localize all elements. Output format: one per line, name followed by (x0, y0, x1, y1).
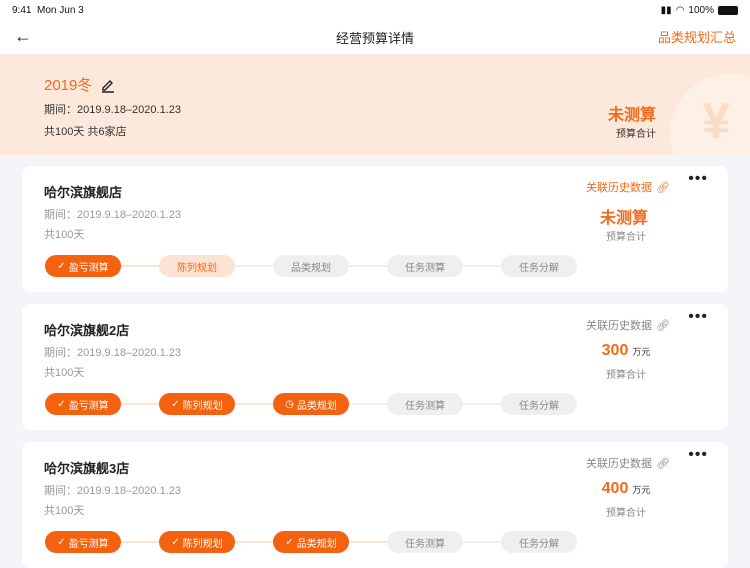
progress-steps: ✓ 盈亏测算 ✓ 陈列规划 ✓ 品类规划 任务测算 任务分解 (45, 531, 579, 553)
store-period: 期间：2019.9.18–2020.1.23 (44, 209, 181, 221)
step-label: 品类规划 (291, 262, 331, 274)
step-connector (463, 265, 503, 267)
store-card[interactable]: 哈尔滨旗舰店 期间：2019.9.18–2020.1.23 共100天 关联历史… (22, 166, 728, 292)
check-icon: ✓ (57, 260, 66, 272)
step-label: 陈列规划 (182, 400, 223, 412)
status-bar: 9:41 Mon Jun 3 ▮▮ ◠ 100% (0, 0, 750, 20)
store-budget-label: 预算合计 (606, 370, 646, 381)
budget-total-label: 预算合计 (616, 129, 656, 140)
store-budget: 400 万元 (601, 480, 651, 497)
step-0[interactable]: ✓ 盈亏测算 (45, 255, 121, 277)
signal-icon: ▮▮ (660, 5, 672, 16)
store-card[interactable]: 哈尔滨旗舰2店 期间：2019.9.18–2020.1.23 共100天 关联历… (22, 304, 728, 430)
budget-summary: ¥ 2019冬 期间：2019.9.18–2020.1.23 共100天 共6家… (0, 54, 750, 155)
nav-bar: ← 经营预算详情 品类规划汇总 (0, 20, 750, 54)
step-label: 陈列规划 (177, 262, 217, 274)
step-connector (349, 403, 389, 405)
step-2[interactable]: ✓ 品类规划 (273, 531, 349, 553)
step-4[interactable]: 任务分解 (501, 393, 577, 415)
store-period: 期间：2019.9.18–2020.1.23 (44, 485, 181, 497)
step-connector (235, 403, 275, 405)
step-connector (349, 265, 389, 267)
progress-steps: ✓ 盈亏测算 陈列规划 品类规划 任务测算 任务分解 (45, 255, 579, 277)
store-period: 期间：2019.9.18–2020.1.23 (44, 347, 181, 359)
store-days: 共100天 (44, 367, 85, 379)
step-connector (121, 403, 161, 405)
store-card[interactable]: 哈尔滨旗舰3店 期间：2019.9.18–2020.1.23 共100天 关联历… (22, 442, 728, 568)
step-4[interactable]: 任务分解 (501, 255, 577, 277)
store-name: 哈尔滨旗舰3店 (44, 461, 130, 476)
store-budget: 未测算 (599, 210, 648, 227)
progress-steps: ✓ 盈亏测算 ✓ 陈列规划 ◷ 品类规划 任务测算 任务分解 (45, 393, 579, 415)
store-days: 共100天 (44, 505, 85, 517)
step-3[interactable]: 任务测算 (387, 393, 463, 415)
check-icon: ✓ (171, 398, 180, 410)
check-icon: ✓ (57, 398, 66, 410)
yen-icon: ¥ (702, 93, 730, 149)
store-budget: 300 万元 (601, 342, 651, 359)
budget-days: 共100天 共6家店 (44, 126, 127, 138)
step-connector (235, 541, 275, 543)
step-1[interactable]: 陈列规划 (159, 255, 235, 277)
step-label: 任务测算 (405, 538, 445, 550)
step-label: 任务分解 (519, 262, 559, 274)
store-budget-label: 预算合计 (606, 508, 646, 519)
check-icon: ✓ (171, 536, 180, 548)
link-icon: 🔗︎ (656, 319, 670, 332)
step-label: 盈亏测算 (68, 262, 109, 274)
check-icon: ✓ (57, 536, 66, 548)
step-label: 任务分解 (519, 400, 559, 412)
step-2[interactable]: ◷ 品类规划 (273, 393, 349, 415)
step-0[interactable]: ✓ 盈亏测算 (45, 531, 121, 553)
check-icon: ✓ (285, 536, 294, 548)
link-history-data[interactable]: 关联历史数据 🔗︎ (586, 455, 670, 471)
budget-period: 期间：2019.9.18–2020.1.23 (44, 104, 181, 116)
page-title: 经营预算详情 (335, 31, 414, 46)
step-4[interactable]: 任务分解 (501, 531, 577, 553)
budget-name: 2019冬 (44, 74, 116, 95)
more-icon[interactable]: ••• (688, 446, 708, 464)
status-time: 9:41 Mon Jun 3 (12, 5, 84, 16)
step-label: 任务分解 (519, 538, 559, 550)
link-icon: 🔗︎ (656, 181, 670, 194)
category-summary-link[interactable]: 品类规划汇总 (658, 27, 736, 46)
step-label: 陈列规划 (182, 538, 223, 550)
more-icon[interactable]: ••• (688, 308, 708, 326)
edit-icon[interactable] (100, 77, 116, 93)
wifi-icon: ◠ (675, 5, 685, 16)
step-connector (463, 541, 503, 543)
step-1[interactable]: ✓ 陈列规划 (159, 531, 235, 553)
store-name: 哈尔滨旗舰店 (44, 185, 123, 200)
step-connector (121, 265, 161, 267)
step-connector (235, 265, 275, 267)
step-label: 品类规划 (296, 538, 337, 550)
step-label: 盈亏测算 (68, 538, 109, 550)
store-name: 哈尔滨旗舰2店 (44, 323, 130, 338)
store-budget-label: 预算合计 (606, 232, 646, 243)
more-icon[interactable]: ••• (688, 170, 708, 188)
step-3[interactable]: 任务测算 (387, 255, 463, 277)
store-days: 共100天 (44, 229, 85, 241)
link-history-data[interactable]: 关联历史数据 🔗︎ (586, 179, 670, 195)
budget-total-value: 未测算 (607, 107, 656, 124)
step-0[interactable]: ✓ 盈亏测算 (45, 393, 121, 415)
step-label: 任务测算 (405, 400, 445, 412)
step-connector (121, 541, 161, 543)
step-1[interactable]: ✓ 陈列规划 (159, 393, 235, 415)
step-connector (463, 403, 503, 405)
step-label: 任务测算 (405, 262, 445, 274)
battery-icon (718, 6, 738, 15)
clock-icon: ◷ (285, 398, 294, 410)
link-history-data[interactable]: 关联历史数据 🔗︎ (586, 317, 670, 333)
step-3[interactable]: 任务测算 (387, 531, 463, 553)
link-icon: 🔗︎ (656, 457, 670, 470)
step-label: 品类规划 (296, 400, 337, 412)
status-icons: ▮▮ ◠ 100% (661, 5, 738, 16)
step-2[interactable]: 品类规划 (273, 255, 349, 277)
step-label: 盈亏测算 (68, 400, 109, 412)
step-connector (349, 541, 389, 543)
